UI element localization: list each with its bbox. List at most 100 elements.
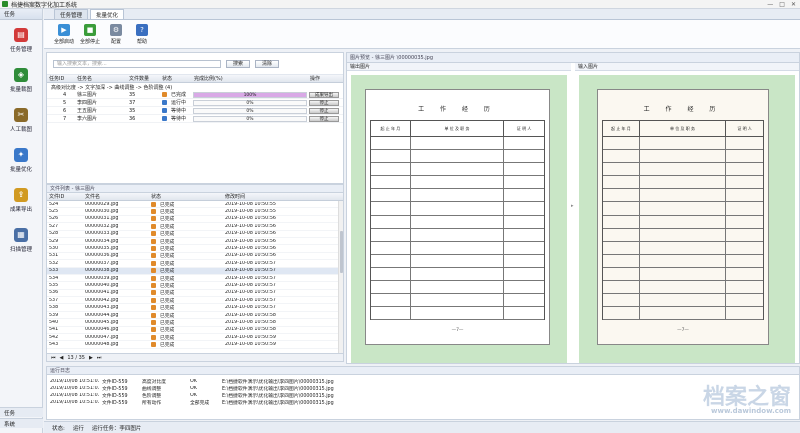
task-action-button[interactable]: 停止 xyxy=(309,115,339,122)
file-name: 00000039.jpg xyxy=(85,275,119,281)
nav-item[interactable]: ▤ 任务管理 xyxy=(0,20,42,60)
toolbar-button[interactable]: ? 帮助 xyxy=(130,21,154,47)
log-panel: 运行日志 2019/10/08 10:51:01 文件ID-559 高度对比度 OK E… xyxy=(46,366,800,420)
status-icon xyxy=(151,275,156,281)
log-path: E:\档捷软件演示\优化输出\李四图片\00000315.jpg xyxy=(222,387,334,392)
col-header[interactable]: 状态 xyxy=(160,75,192,82)
toolbar-icon: ⚙ xyxy=(110,23,122,36)
doc-cell xyxy=(504,150,544,162)
search-button[interactable]: 搜索 xyxy=(226,59,251,68)
col-header[interactable]: 文件名 xyxy=(83,193,149,200)
file-id: 540 xyxy=(49,319,59,325)
task-action-button[interactable]: 停止 xyxy=(309,99,339,106)
close-button[interactable]: ✕ xyxy=(791,1,796,8)
first-page-icon[interactable]: ⏮ xyxy=(51,355,56,361)
task-panel: 输入搜索文本，搜索... 搜索 清除 任务ID 任务名 文件数量 状态 完成比例… xyxy=(46,52,344,184)
doc-cell xyxy=(371,267,411,281)
toolbar-button[interactable]: ⚙ 配置 xyxy=(104,21,128,47)
nav-footer-system[interactable]: 系统 xyxy=(0,418,43,428)
log-row: 2019/10/08 10:51:01 文件ID-559 色阶调整 OK E:\档捷软件… xyxy=(47,392,799,399)
log-action: 高度对比度 xyxy=(142,380,166,385)
task-row[interactable]: 5 李四图片 37 运行中 0% 停止 xyxy=(47,99,343,107)
file-status: 已完成 xyxy=(149,326,223,333)
col-header[interactable]: 任务名 xyxy=(75,75,127,82)
task-row[interactable]: 4 徐三图片 35 已完成 100% 成果导出 xyxy=(47,91,343,99)
file-id: 538 xyxy=(49,305,59,311)
task-status: 已完成 xyxy=(160,91,192,98)
toolbar-button[interactable]: ■ 全部停止 xyxy=(78,21,102,47)
col-header[interactable]: 状态 xyxy=(149,193,223,200)
doc-table-row xyxy=(603,307,763,321)
task-action-button[interactable]: 成果导出 xyxy=(309,91,339,98)
search-input[interactable]: 输入搜索文本，搜索... xyxy=(53,59,221,68)
doc-cell xyxy=(603,150,640,163)
maximize-button[interactable]: □ xyxy=(779,1,785,8)
doc-cell xyxy=(726,307,763,319)
doc-cell xyxy=(371,307,411,320)
tab-strip: 任务管理 批量优化 xyxy=(44,9,800,20)
toolbar-button[interactable]: ▶ 全部启动 xyxy=(52,21,76,47)
nav-item[interactable]: ▦ 扫描管理 xyxy=(0,220,42,260)
task-row[interactable]: 7 李六图片 36 等待中 0% 停止 xyxy=(47,115,343,123)
clear-button[interactable]: 清除 xyxy=(255,59,280,68)
nav-item[interactable]: ✂ 人工裁图 xyxy=(0,100,42,140)
task-row[interactable]: 6 王五图片 35 等待中 0% 停止 xyxy=(47,107,343,115)
file-name: 00000048.jpg xyxy=(85,342,119,348)
file-time: 2019-10-08 10:50:58 xyxy=(225,327,276,333)
doc-cell xyxy=(726,229,763,241)
tab-task-management[interactable]: 任务管理 xyxy=(54,9,89,19)
last-page-icon[interactable]: ⏭ xyxy=(97,355,102,361)
doc-table-row xyxy=(603,241,763,255)
status-icon xyxy=(151,209,156,215)
doc-cell xyxy=(411,307,505,320)
log-action: 曲线调整 xyxy=(142,387,162,392)
col-header[interactable]: 任务ID xyxy=(47,75,75,82)
tab-batch-optimize[interactable]: 批量优化 xyxy=(90,9,125,19)
status-icon xyxy=(151,253,156,259)
doc-cell xyxy=(411,137,505,150)
doc-cell xyxy=(504,176,544,188)
log-result: OK xyxy=(190,393,197,398)
doc-table-row xyxy=(603,176,763,190)
toolbar-button-label: 配置 xyxy=(110,38,121,45)
minimize-button[interactable]: — xyxy=(767,1,773,8)
file-row[interactable]: 543 00000048.jpg 已完成 2019-10-08 10:50:59 xyxy=(47,341,343,349)
nav-footer-task[interactable]: 任务 xyxy=(0,407,43,417)
file-id: 527 xyxy=(49,223,59,229)
doc-cell xyxy=(504,294,544,306)
task-name: 徐三图片 xyxy=(77,92,98,98)
task-id: 6 xyxy=(63,107,67,114)
nav-item[interactable]: ✦ 批量优化 xyxy=(0,140,42,180)
file-list-scrollbar[interactable] xyxy=(338,201,343,353)
doc-cell xyxy=(726,255,763,267)
status-icon xyxy=(151,238,156,244)
col-header[interactable]: 修改时间 xyxy=(223,193,323,200)
doc-col-period: 起 止 年 月 xyxy=(371,121,411,136)
prev-page-icon[interactable]: ◀ xyxy=(60,355,64,361)
doc-table-row xyxy=(371,202,544,216)
next-page-icon[interactable]: ▶ xyxy=(89,355,93,361)
doc-table-row xyxy=(603,137,763,151)
progress-text: 100% xyxy=(243,92,257,98)
task-status: 运行中 xyxy=(160,99,192,106)
progress-bar: 0% xyxy=(193,107,307,114)
status-icon xyxy=(151,334,156,340)
task-group-row[interactable]: 高级对比度 -> 文字加深 -> 曲线调整 -> 色阶调整 (4) xyxy=(47,83,343,91)
nav-item[interactable]: ◈ 批量裁图 xyxy=(0,60,42,100)
file-status-label: 已完成 xyxy=(160,284,175,289)
file-status-label: 已完成 xyxy=(160,335,175,341)
scrollbar-thumb[interactable] xyxy=(340,231,343,273)
file-id: 543 xyxy=(49,342,59,348)
log-action: 色阶调整 xyxy=(142,394,162,399)
col-header[interactable]: 操作 xyxy=(308,75,343,82)
task-action-button[interactable]: 停止 xyxy=(309,107,339,114)
nav-item-label: 成果导出 xyxy=(9,206,32,213)
doc-cell xyxy=(371,215,411,228)
col-header[interactable]: 完成比例(%) xyxy=(192,75,308,82)
nav-item[interactable]: ⇪ 成果导出 xyxy=(0,180,42,220)
col-header[interactable]: 文件数量 xyxy=(127,75,160,82)
file-status-label: 已完成 xyxy=(160,320,175,326)
splitter-handle[interactable]: ▸ xyxy=(571,203,574,209)
doc-table-row xyxy=(371,307,544,321)
col-header[interactable]: 文件ID xyxy=(47,193,83,200)
